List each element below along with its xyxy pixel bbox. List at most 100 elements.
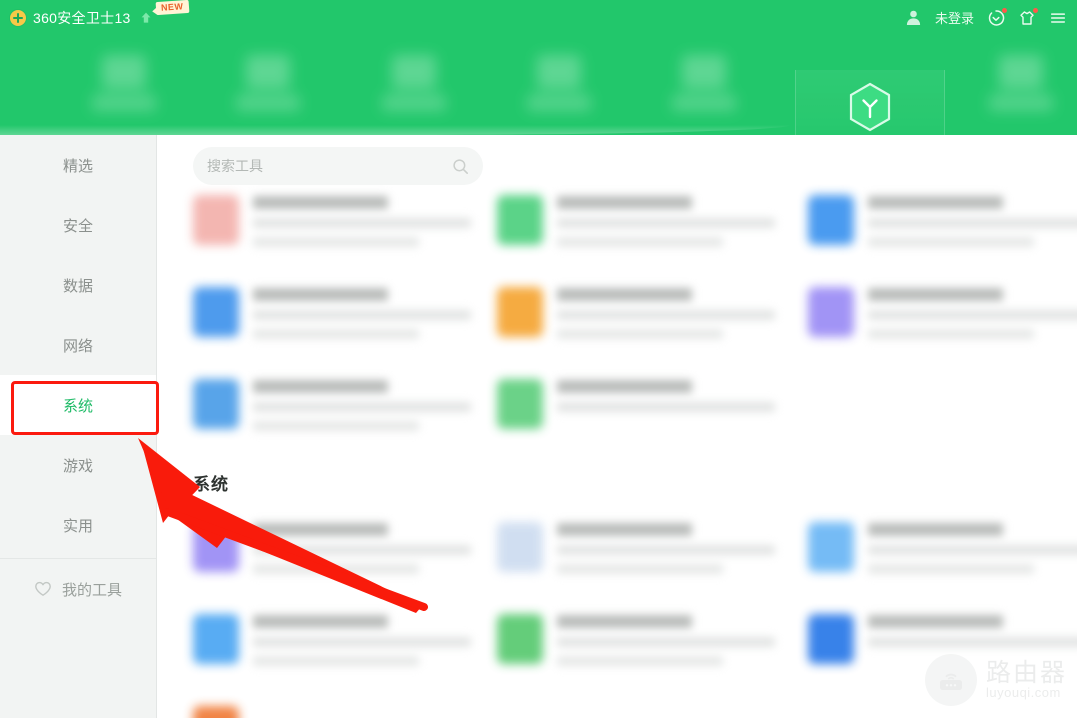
skin-badge-dot bbox=[1033, 7, 1038, 13]
tool-icon bbox=[193, 379, 239, 429]
tool-title bbox=[557, 196, 693, 209]
tool-card-body bbox=[253, 283, 471, 348]
banner-nav-item[interactable] bbox=[668, 51, 740, 121]
tool-card[interactable] bbox=[497, 518, 775, 604]
upgrade-arrow-icon[interactable] bbox=[139, 11, 153, 25]
tool-desc-line bbox=[253, 545, 471, 555]
tool-desc-line bbox=[253, 402, 471, 412]
sidebar-item-game[interactable]: 游戏 bbox=[0, 435, 156, 495]
tool-icon bbox=[497, 287, 543, 337]
tool-icon bbox=[193, 614, 239, 664]
sidebar-item-featured[interactable]: 精选 bbox=[0, 135, 156, 195]
header-fade-divider bbox=[0, 125, 790, 135]
sidebar-item-label: 精选 bbox=[62, 157, 93, 175]
main-content: 搜索工具 系统 路由器 luyouqi.com bbox=[157, 135, 1077, 718]
banner-nav-item[interactable] bbox=[232, 51, 304, 121]
tool-card[interactable] bbox=[497, 191, 775, 277]
sidebar-item-my-tools[interactable]: 我的工具 bbox=[0, 559, 156, 619]
tool-title bbox=[253, 196, 389, 209]
tool-card-body bbox=[868, 610, 1077, 656]
tool-card[interactable] bbox=[193, 610, 471, 696]
tool-desc-line bbox=[253, 310, 471, 320]
tool-title bbox=[868, 288, 1004, 301]
my-tools-label: 我的工具 bbox=[61, 581, 122, 599]
sidebar-item-data[interactable]: 数据 bbox=[0, 255, 156, 315]
user-avatar-icon[interactable] bbox=[905, 9, 922, 26]
tool-card[interactable] bbox=[193, 702, 471, 718]
tool-title bbox=[253, 615, 389, 628]
tool-title bbox=[557, 615, 693, 628]
banner-nav-item[interactable] bbox=[378, 51, 450, 121]
login-status-text[interactable]: 未登录 bbox=[935, 8, 974, 27]
tool-desc-line bbox=[557, 656, 723, 666]
tool-desc-line bbox=[557, 545, 775, 555]
tool-card-body bbox=[557, 518, 775, 583]
tool-title bbox=[253, 380, 389, 393]
watermark-cn: 路由器 bbox=[985, 659, 1067, 688]
tool-card-body bbox=[868, 518, 1077, 583]
tool-title bbox=[868, 196, 1004, 209]
tool-desc-line bbox=[868, 564, 1034, 574]
tool-desc-line bbox=[868, 218, 1077, 228]
tool-card[interactable] bbox=[193, 518, 471, 604]
tool-icon bbox=[808, 614, 854, 664]
tool-card-body bbox=[253, 518, 471, 583]
tool-desc-line bbox=[253, 656, 419, 666]
sidebar: 精选 安全 数据 网络 系统 游戏 实用 我的工具 bbox=[0, 135, 157, 718]
tool-card[interactable] bbox=[193, 375, 471, 461]
tool-desc-line bbox=[868, 329, 1034, 339]
tool-desc-line bbox=[253, 564, 419, 574]
tool-desc-line bbox=[557, 402, 775, 412]
watermark: 路由器 luyouqi.com bbox=[924, 654, 1067, 706]
router-icon bbox=[924, 654, 977, 706]
tool-card[interactable] bbox=[497, 375, 775, 461]
tool-icon bbox=[497, 614, 543, 664]
sidebar-item-utility[interactable]: 实用 bbox=[0, 495, 156, 555]
tool-title bbox=[253, 523, 389, 536]
banner-nav-item[interactable] bbox=[523, 51, 595, 121]
hamburger-menu-icon[interactable] bbox=[1049, 9, 1067, 27]
tool-card[interactable] bbox=[497, 610, 775, 696]
tool-icon bbox=[193, 522, 239, 572]
tool-icon bbox=[497, 195, 543, 245]
tool-card[interactable] bbox=[497, 283, 775, 369]
tool-card-body bbox=[557, 283, 775, 348]
tool-icon bbox=[497, 379, 543, 429]
sidebar-item-label: 游戏 bbox=[62, 457, 93, 475]
tool-card[interactable] bbox=[193, 191, 471, 277]
sidebar-item-security[interactable]: 安全 bbox=[0, 195, 156, 255]
tool-title bbox=[557, 523, 693, 536]
tool-title bbox=[868, 523, 1004, 536]
title-bar: 360安全卫士13 NEW 未登录 bbox=[0, 0, 1077, 35]
banner-nav-item[interactable] bbox=[985, 51, 1057, 121]
tool-desc-line bbox=[253, 218, 471, 228]
new-badge: NEW bbox=[155, 0, 189, 16]
titlebar-actions: 未登录 bbox=[905, 7, 1077, 27]
tool-card[interactable] bbox=[808, 518, 1077, 604]
heart-icon bbox=[34, 580, 52, 598]
tool-title bbox=[557, 288, 693, 301]
notification-icon[interactable] bbox=[987, 7, 1007, 27]
tool-card[interactable] bbox=[808, 191, 1077, 277]
tool-card-body bbox=[557, 191, 775, 256]
sidebar-item-label: 系统 bbox=[62, 397, 93, 415]
banner-nav-item[interactable] bbox=[88, 51, 160, 121]
tool-card[interactable] bbox=[193, 283, 471, 369]
sidebar-item-label: 网络 bbox=[62, 337, 93, 355]
tool-desc-line bbox=[868, 237, 1034, 247]
tool-card[interactable] bbox=[808, 283, 1077, 369]
tool-desc-line bbox=[253, 637, 471, 647]
tool-desc-line bbox=[557, 637, 775, 647]
skin-shirt-icon[interactable] bbox=[1018, 7, 1038, 27]
tool-icon bbox=[497, 522, 543, 572]
tool-desc-line bbox=[868, 545, 1077, 555]
hexagon-y-icon bbox=[847, 82, 893, 132]
feature-all-button[interactable]: 功能大全 bbox=[795, 70, 945, 135]
tool-title bbox=[557, 380, 693, 393]
tool-desc-line bbox=[557, 218, 775, 228]
sidebar-item-system[interactable]: 系统 bbox=[0, 375, 156, 435]
tool-card-body bbox=[253, 375, 471, 440]
tool-desc-line bbox=[557, 329, 723, 339]
tool-desc-line bbox=[868, 310, 1077, 320]
sidebar-item-network[interactable]: 网络 bbox=[0, 315, 156, 375]
